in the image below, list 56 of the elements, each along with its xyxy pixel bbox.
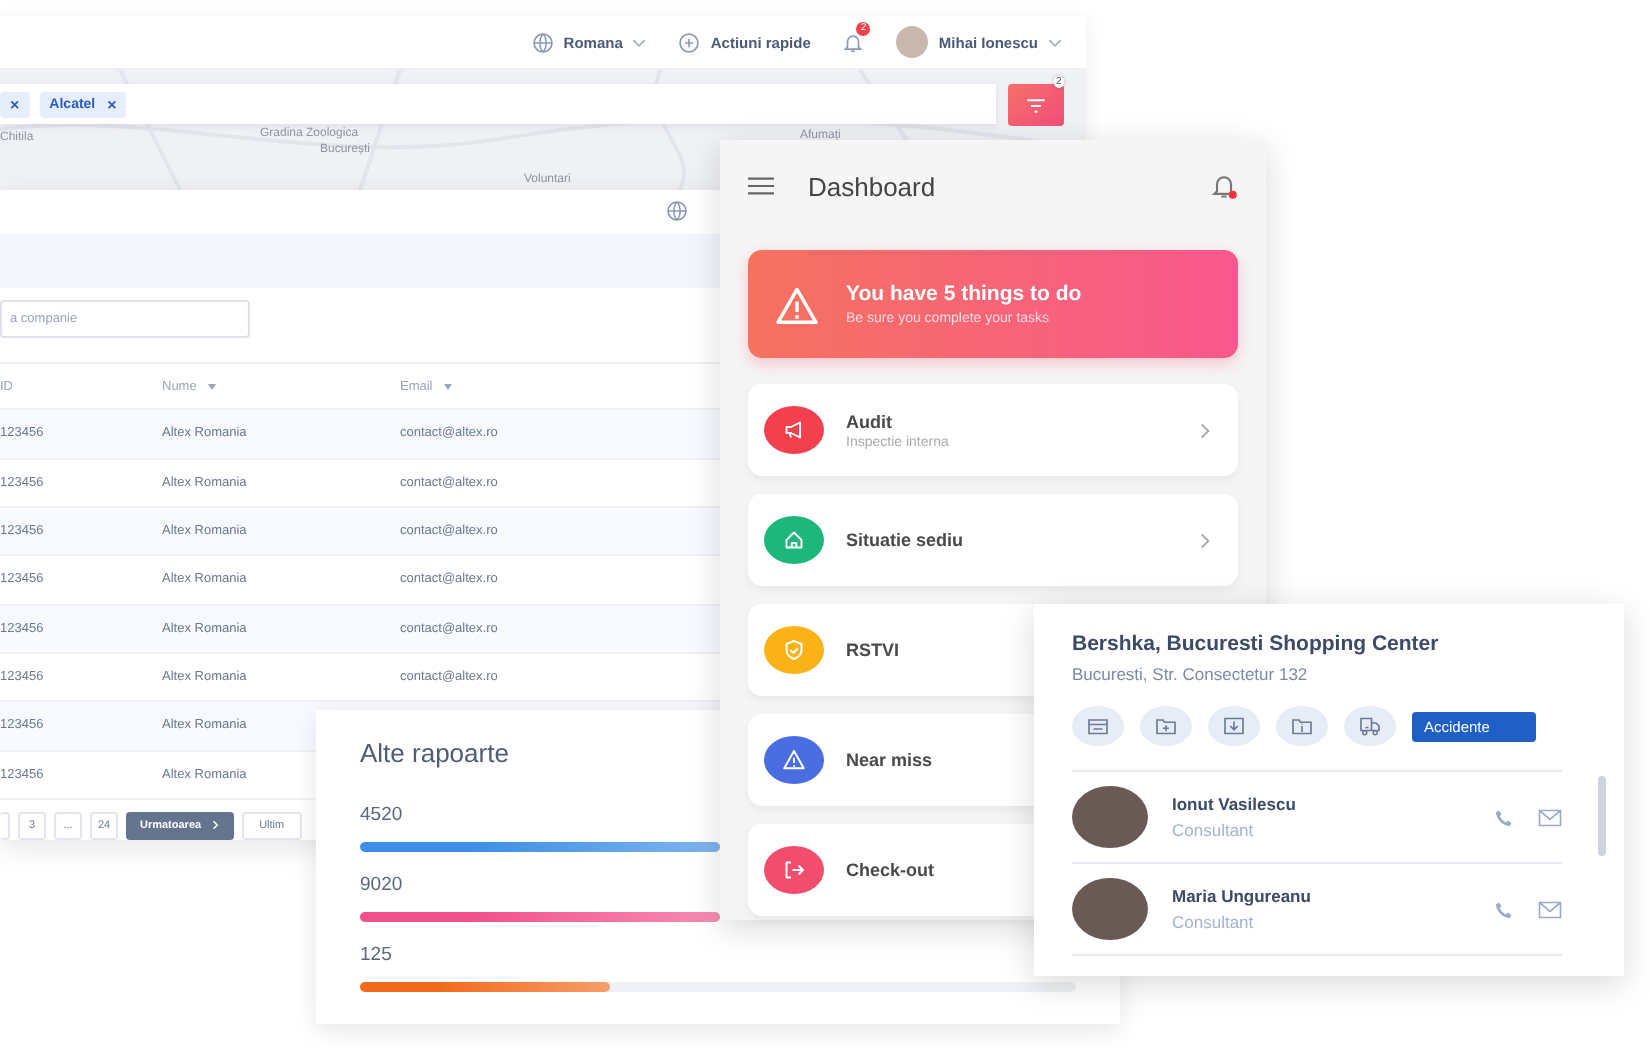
- item-title: Audit: [846, 411, 892, 431]
- folder-plus-button[interactable]: [1140, 706, 1192, 746]
- download-icon: [1222, 714, 1246, 738]
- phone-icon[interactable]: [1492, 899, 1516, 919]
- download-button[interactable]: [1208, 706, 1260, 746]
- dashboard-item[interactable]: Check-out: [748, 824, 1034, 916]
- item-title: Near miss: [846, 750, 933, 770]
- filter-icon: [1026, 97, 1046, 113]
- menu-icon[interactable]: [748, 176, 774, 196]
- item-title: Situatie sediu: [846, 530, 964, 550]
- bell-icon[interactable]: [1210, 172, 1238, 200]
- truck-button[interactable]: [1344, 706, 1396, 746]
- remove-icon[interactable]: ×: [107, 95, 117, 113]
- archive-icon: [1086, 714, 1110, 738]
- avatar: [1072, 878, 1148, 940]
- filter-button[interactable]: [1008, 84, 1064, 126]
- caret-icon[interactable]: [632, 37, 647, 47]
- chevron-right-icon: [211, 820, 220, 831]
- avatar[interactable]: [896, 26, 929, 58]
- mail-icon[interactable]: [1538, 899, 1562, 919]
- folder-info-icon: [1290, 714, 1314, 738]
- folder-plus-icon: [1154, 714, 1178, 738]
- item-title: RSTVI: [846, 640, 900, 660]
- report-value: 125: [360, 944, 392, 966]
- phone-icon[interactable]: [1492, 807, 1516, 827]
- page-title: Dashboard: [808, 171, 938, 201]
- dashboard-item[interactable]: Situatie sediu: [748, 494, 1238, 586]
- truck-icon: [1358, 714, 1382, 738]
- globe-icon[interactable]: [666, 200, 688, 223]
- dashboard-item[interactable]: RSTVI: [748, 604, 1034, 696]
- chevron-right-icon: [1200, 421, 1210, 439]
- contact-role: Consultant: [1172, 912, 1256, 932]
- caret-icon[interactable]: [1048, 37, 1062, 47]
- folder-info-button[interactable]: [1276, 706, 1328, 746]
- scrollbar[interactable]: [1598, 776, 1606, 856]
- store-name: Bershka, Bucuresti Shopping Center: [1072, 632, 1441, 656]
- report-value: 4520: [360, 804, 403, 826]
- contact-role: Consultant: [1172, 820, 1256, 840]
- card-title: Alte rapoarte: [360, 738, 509, 768]
- avatar: [1072, 786, 1148, 848]
- alert-title: You have 5 things to do: [846, 282, 1082, 306]
- plus-circle-icon[interactable]: [678, 31, 701, 53]
- item-title: Check-out: [846, 860, 935, 880]
- remove-icon[interactable]: ×: [10, 95, 20, 113]
- contact-name: Maria Ungureanu: [1172, 886, 1313, 906]
- archive-button[interactable]: [1072, 706, 1124, 746]
- store-address: Bucuresti, Str. Consectetur 132: [1072, 664, 1310, 684]
- filter-chip[interactable]: ×: [0, 91, 30, 117]
- report-value: 9020: [360, 874, 403, 896]
- chevron-right-icon: [1200, 531, 1210, 549]
- dashboard-item[interactable]: Near miss: [748, 714, 1034, 806]
- bell-icon[interactable]: [842, 31, 865, 53]
- warning-icon: [776, 285, 818, 323]
- globe-icon[interactable]: [531, 31, 554, 53]
- contact-name: Ionut Vasilescu: [1172, 794, 1298, 814]
- mail-icon[interactable]: [1538, 807, 1562, 827]
